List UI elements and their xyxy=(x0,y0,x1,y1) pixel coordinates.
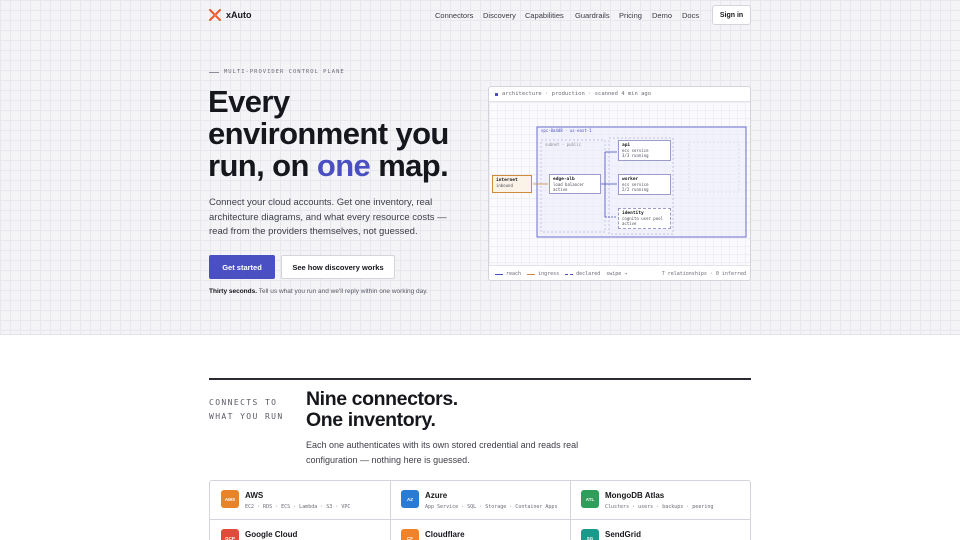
connector-services: EC2 · RDS · ECS · Lambda · S3 · VPC xyxy=(245,504,351,510)
node-identity-sub2: active xyxy=(622,221,637,226)
hero-eyebrow-text: MULTI-PROVIDER CONTROL PLANE xyxy=(224,69,345,75)
sign-in-button[interactable]: Sign in xyxy=(712,5,751,25)
node-api-sub2: 3/3 running xyxy=(622,153,649,158)
node-identity[interactable]: identity cognito user pool active xyxy=(618,208,671,229)
headline-part: run, on xyxy=(208,148,317,183)
nav-link-capabilities[interactable]: Capabilities xyxy=(525,11,564,20)
node-internet-sub: inbound xyxy=(496,183,513,188)
connector-card-mongodb-atlas[interactable]: ATL MongoDB Atlas Clusters · users · bac… xyxy=(570,481,750,520)
cloudflare-icon: CF xyxy=(401,529,419,540)
nav-link-docs[interactable]: Docs xyxy=(682,11,699,20)
node-internet[interactable]: internet inbound xyxy=(492,175,532,193)
architecture-header: architecture · production · scanned 4 mi… xyxy=(489,87,750,102)
headline-part: map. xyxy=(370,148,449,183)
nav-link-discovery[interactable]: Discovery xyxy=(483,11,516,20)
architecture-legend: reach ingress declared swipe → 7 relatio… xyxy=(489,265,750,280)
legend-swipe: swipe → xyxy=(606,271,628,277)
connector-name: Azure xyxy=(425,491,448,500)
google-cloud-icon: GCP xyxy=(221,529,239,540)
connector-services: Clusters · users · backups · peering xyxy=(605,504,714,510)
headline-line-3: run, on one map. xyxy=(208,150,488,182)
nav-link-connectors[interactable]: Connectors xyxy=(435,11,473,20)
node-worker-sub2: 2/2 running xyxy=(622,187,649,192)
connectors-grid: AWS AWS EC2 · RDS · ECS · Lambda · S3 · … xyxy=(209,480,751,540)
top-nav: xAuto Connectors Discovery Capabilities … xyxy=(0,0,960,31)
subnet-label: subnet · public xyxy=(545,142,582,147)
sendgrid-icon: SG xyxy=(581,529,599,540)
connector-name: MongoDB Atlas xyxy=(605,491,665,500)
section-divider xyxy=(209,378,751,380)
node-worker[interactable]: worker ecs service 2/2 running xyxy=(618,174,671,195)
node-edge-alb[interactable]: edge-alb load balancer active xyxy=(549,174,601,194)
connector-card-azure[interactable]: AZ Azure App Service · SQL · Storage · C… xyxy=(390,481,570,520)
eyebrow-dash xyxy=(209,71,219,73)
legend-declared-label: declared xyxy=(576,271,601,277)
nav-link-pricing[interactable]: Pricing xyxy=(619,11,642,20)
connectors-title-line-2: One inventory. xyxy=(306,409,436,431)
node-edge-sub2: active xyxy=(553,187,568,192)
connectors-title: Nine connectors. One inventory. xyxy=(306,389,458,431)
connector-name: Cloudflare xyxy=(425,530,465,539)
hero-note: Thirty seconds. Tell us what you run and… xyxy=(209,288,428,295)
connector-card-aws[interactable]: AWS AWS EC2 · RDS · ECS · Lambda · S3 · … xyxy=(210,481,390,520)
connectors-eyebrow: CONNECTS TO WHAT YOU RUN xyxy=(209,396,284,423)
connectors-eyebrow-line-2: WHAT YOU RUN xyxy=(209,411,284,421)
connector-card-google-cloud[interactable]: GCP Google Cloud xyxy=(210,520,390,540)
brand-name: xAuto xyxy=(226,10,252,20)
connector-name: SendGrid xyxy=(605,530,642,539)
hero-eyebrow: MULTI-PROVIDER CONTROL PLANE xyxy=(209,69,345,75)
connector-name: Google Cloud xyxy=(245,530,298,539)
headline-line-1: Every xyxy=(208,84,290,119)
nav-link-guardrails[interactable]: Guardrails xyxy=(575,11,610,20)
connectors-eyebrow-line-1: CONNECTS TO xyxy=(209,398,278,407)
nav-link-demo[interactable]: Demo xyxy=(652,11,672,20)
hero-note-bold: Thirty seconds. xyxy=(209,288,258,295)
connectors-title-line-1: Nine connectors. xyxy=(306,388,458,410)
aws-icon: AWS xyxy=(221,490,239,508)
connector-card-cloudflare[interactable]: CF Cloudflare xyxy=(390,520,570,540)
connector-card-sendgrid[interactable]: SG SendGrid xyxy=(570,520,750,540)
status-dot-icon xyxy=(495,92,498,96)
legend-ingress-label: ingress xyxy=(538,271,560,277)
relationship-stats: 7 relationships · 0 inferred xyxy=(661,271,746,277)
architecture-header-text: architecture · production · scanned 4 mi… xyxy=(502,91,652,97)
connector-name: AWS xyxy=(245,491,264,500)
hero-headline: Every environment you run, on one map. xyxy=(208,86,488,182)
hero-subtitle: Connect your cloud accounts. Get one inv… xyxy=(209,197,447,237)
azure-icon: AZ xyxy=(401,490,419,508)
legend-ingress-line xyxy=(527,273,536,275)
mongodb-atlas-icon: ATL xyxy=(581,490,599,508)
legend-reach-line xyxy=(495,273,503,275)
connector-services: App Service · SQL · Storage · Container … xyxy=(425,504,558,510)
node-api[interactable]: api ecs service 3/3 running xyxy=(618,140,671,161)
hero-note-text: Tell us what you run and we'll reply wit… xyxy=(257,288,428,295)
brand-logo[interactable]: xAuto xyxy=(209,9,252,21)
legend-declared: declared xyxy=(565,271,600,277)
vpc-label: vpc-0a4d8 · us-east-1 xyxy=(541,128,592,133)
see-discovery-button[interactable]: See how discovery works xyxy=(281,255,395,279)
legend-declared-line xyxy=(565,273,574,275)
headline-accent: one xyxy=(316,148,371,183)
architecture-card[interactable]: architecture · production · scanned 4 mi… xyxy=(488,86,751,281)
legend-reach: reach xyxy=(495,271,521,277)
architecture-diagram[interactable]: vpc-0a4d8 · us-east-1 subnet · public in… xyxy=(489,102,750,265)
legend-ingress: ingress xyxy=(527,271,559,277)
connectors-subtitle: Each one authenticates with its own stor… xyxy=(306,440,579,465)
headline-line-2: environment you xyxy=(208,116,449,151)
legend-reach-label: reach xyxy=(506,271,522,277)
logo-x-icon xyxy=(209,9,221,21)
get-started-button[interactable]: Get started xyxy=(209,255,275,279)
